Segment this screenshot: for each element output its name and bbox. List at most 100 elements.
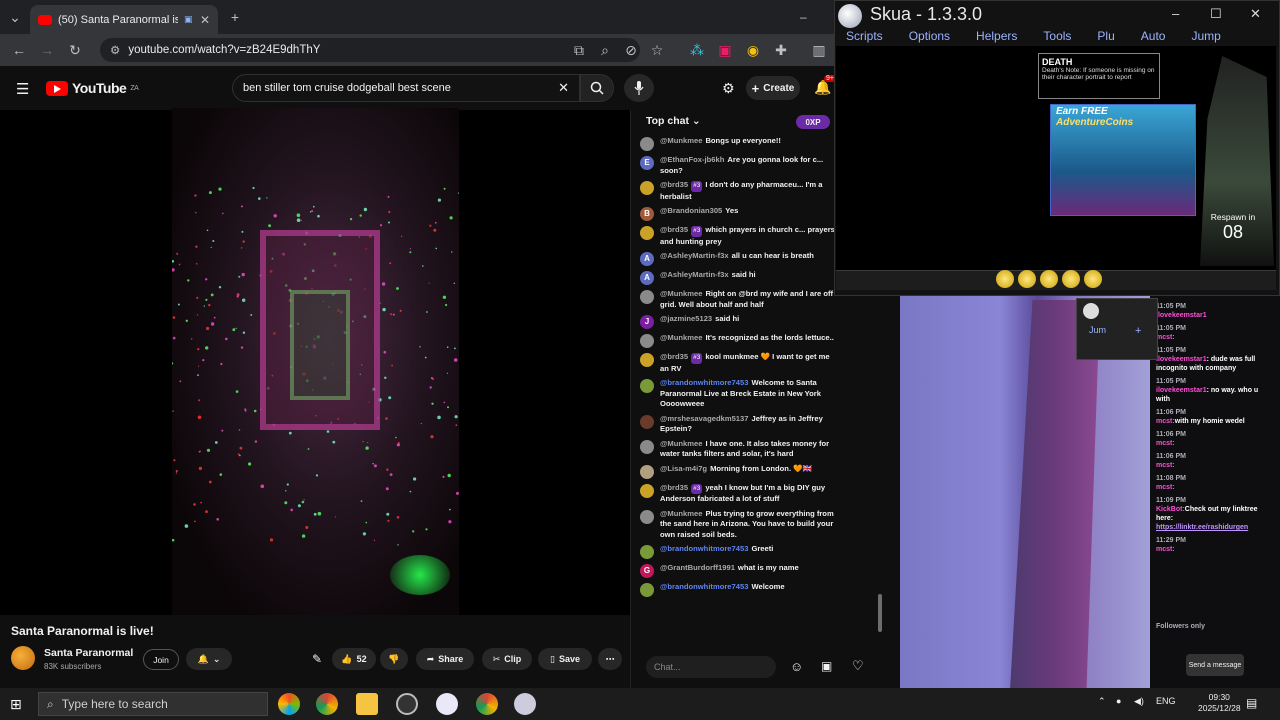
chat-message[interactable]: @Munkmee Bongs up everyone!! (640, 134, 836, 153)
extensions-puzzle-icon[interactable]: ✚ (772, 41, 790, 59)
chat-input[interactable]: Chat... (646, 656, 776, 678)
chat-avatar[interactable] (640, 583, 654, 597)
chat-author[interactable]: @brandonwhitmore7453 (660, 582, 748, 591)
chat-message[interactable]: @Munkmee Right on @brd my wife and I are … (640, 287, 836, 312)
chat-avatar[interactable] (640, 290, 654, 304)
chat-author[interactable]: @Munkmee (660, 136, 702, 145)
chat-author[interactable]: @AshleyMartin-f3x (660, 251, 729, 260)
browser-tab-active[interactable]: (50) Santa Paranormal is live! ▣ ✕ (30, 5, 218, 34)
chat-author[interactable]: @AshleyMartin-f3x (660, 270, 729, 279)
heart-icon[interactable]: ♡ (852, 658, 864, 674)
like-button[interactable]: 👍 52 (332, 648, 376, 670)
stream-chat-user[interactable]: ilovekeemstar1 (1156, 312, 1207, 319)
xp-badge[interactable]: 0XP (796, 115, 830, 129)
chat-author[interactable]: @EthanFox-jb6kh (660, 155, 724, 164)
chat-avatar[interactable]: E (640, 156, 654, 170)
skua-menu-scripts[interactable]: Scripts (846, 29, 883, 43)
skill-4-icon[interactable] (1062, 270, 1080, 288)
chat-author[interactable]: @brd35 (660, 225, 688, 234)
stream-chat-user[interactable]: mcst: (1156, 334, 1175, 341)
chat-author[interactable]: @brandonwhitmore7453 (660, 378, 748, 387)
volume-icon[interactable]: ◀) (1134, 696, 1144, 707)
extension-2-icon[interactable]: ▣ (716, 41, 734, 59)
chat-avatar[interactable] (640, 464, 654, 479)
chat-message[interactable]: @Munkmee It's recognized as the lords let… (640, 331, 836, 350)
share-button[interactable]: ➦ Share (416, 648, 474, 670)
chat-message[interactable]: @brandonwhitmore7453 Greeti (640, 542, 836, 561)
stream-chat-user[interactable]: mcst: (1156, 546, 1175, 553)
tab-search-icon[interactable]: ⌄ (6, 8, 24, 26)
chat-message[interactable]: @brandonwhitmore7453 Welcome (640, 580, 836, 599)
search-button[interactable] (580, 74, 614, 102)
more-actions-button[interactable]: ⋯ (598, 648, 622, 670)
chat-message[interactable]: @brd35 #3 I don't do any pharmaceu... I'm … (640, 178, 836, 204)
chat-message[interactable]: @brd35 #3 yeah I know but I'm a big DIY gu… (640, 481, 836, 507)
zoom-icon[interactable]: ⌕ (596, 41, 614, 59)
chat-avatar[interactable] (640, 353, 654, 367)
chat-avatar[interactable]: G (640, 564, 654, 578)
channel-avatar[interactable] (11, 646, 35, 670)
chat-message[interactable]: @brd35 #3 which prayers in church c... pra… (640, 223, 836, 249)
chat-avatar[interactable] (640, 414, 654, 429)
cast-icon[interactable]: ⧉ (570, 41, 588, 59)
chat-author[interactable]: @mrshesavagedkm5137 (660, 414, 748, 423)
chat-mode-dropdown[interactable]: Top chat ⌄ (646, 115, 701, 127)
tab-close-icon[interactable]: ✕ (200, 13, 210, 27)
skua-menu-jump[interactable]: Jump (1191, 29, 1220, 43)
bookmark-star-icon[interactable]: ☆ (648, 41, 666, 59)
chat-message[interactable]: B @Brandonian305 Yes (640, 204, 836, 223)
site-info-icon[interactable]: ⚙ (110, 43, 120, 57)
language-indicator[interactable]: ENG (1156, 696, 1176, 706)
channel-name[interactable]: Santa Paranormal (44, 647, 133, 659)
chat-avatar[interactable]: B (640, 207, 654, 221)
chat-avatar[interactable] (640, 334, 654, 348)
chat-message[interactable]: J @jazmine5123 said hi (640, 312, 836, 331)
chat-author[interactable]: @Munkmee (660, 333, 702, 342)
chat-author[interactable]: @Munkmee (660, 439, 702, 448)
chat-author[interactable]: @jazmine5123 (660, 314, 712, 323)
skua-menu-plugins[interactable]: Plu (1097, 29, 1114, 43)
mini-plus-icon[interactable]: + (1135, 325, 1141, 337)
app-4-icon[interactable] (396, 693, 418, 715)
chat-author[interactable]: @brd35 (660, 180, 688, 189)
stream-chat-user[interactable]: mcst: (1156, 440, 1175, 447)
chat-author[interactable]: @Munkmee (660, 509, 702, 518)
chat-author[interactable]: @Brandonian305 (660, 206, 722, 215)
tray-chevron-icon[interactable]: ⌃ (1098, 696, 1106, 707)
back-button[interactable]: ← (10, 41, 28, 59)
skill-1-icon[interactable] (996, 270, 1014, 288)
chat-message[interactable]: G @GrantBurdorff1991 what is my name (640, 561, 836, 580)
skua-menu-auto[interactable]: Auto (1141, 29, 1166, 43)
create-button[interactable]: + Create (746, 76, 800, 100)
taskbar-clock[interactable]: 09:30 2025/12/28 (1198, 692, 1241, 714)
stream-chat-user[interactable]: mcst: (1156, 484, 1175, 491)
chat-avatar[interactable] (640, 509, 654, 524)
skill-2-icon[interactable] (1018, 270, 1036, 288)
chat-author[interactable]: @Munkmee (660, 289, 702, 298)
chat-avatar[interactable]: J (640, 315, 654, 329)
skill-5-icon[interactable] (1084, 270, 1102, 288)
skua-minimize-icon[interactable]: – (1172, 6, 1179, 21)
chat-scrollbar[interactable] (878, 594, 882, 632)
cast-to-device-icon[interactable]: ⚙ (722, 80, 735, 97)
file-explorer-icon[interactable] (356, 693, 378, 715)
reload-button[interactable]: ↻ (66, 41, 84, 59)
forward-button[interactable]: → (38, 41, 56, 59)
chrome-active-icon[interactable] (476, 693, 498, 715)
mini-skua-window[interactable]: Jum + (1076, 298, 1158, 360)
chat-author[interactable]: @brd35 (660, 483, 688, 492)
chat-author[interactable]: @GrantBurdorff1991 (660, 563, 735, 572)
incognito-eye-icon[interactable]: ⊘ (622, 41, 640, 59)
chat-author[interactable]: @brd35 (660, 352, 688, 361)
save-button[interactable]: ▯ Save (538, 648, 592, 670)
sidebar-icon[interactable]: ▥ (810, 41, 828, 59)
chat-message[interactable]: A @AshleyMartin-f3x all u can hear is brea… (640, 249, 836, 268)
chat-avatar[interactable] (640, 483, 654, 498)
skua-close-icon[interactable]: ✕ (1250, 6, 1261, 22)
stream-chat-user[interactable]: ilovekeemstar1 (1156, 356, 1207, 363)
chat-message[interactable]: @brd35 #3 kool munkmee 🧡 I want to get me … (640, 350, 836, 376)
chat-avatar[interactable]: A (640, 271, 654, 285)
windows-start-icon[interactable]: ⊞ (10, 696, 22, 713)
youtube-logo[interactable]: YouTube ZA (46, 80, 139, 96)
search-input[interactable]: ben stiller tom cruise dodgeball best sc… (232, 74, 580, 102)
